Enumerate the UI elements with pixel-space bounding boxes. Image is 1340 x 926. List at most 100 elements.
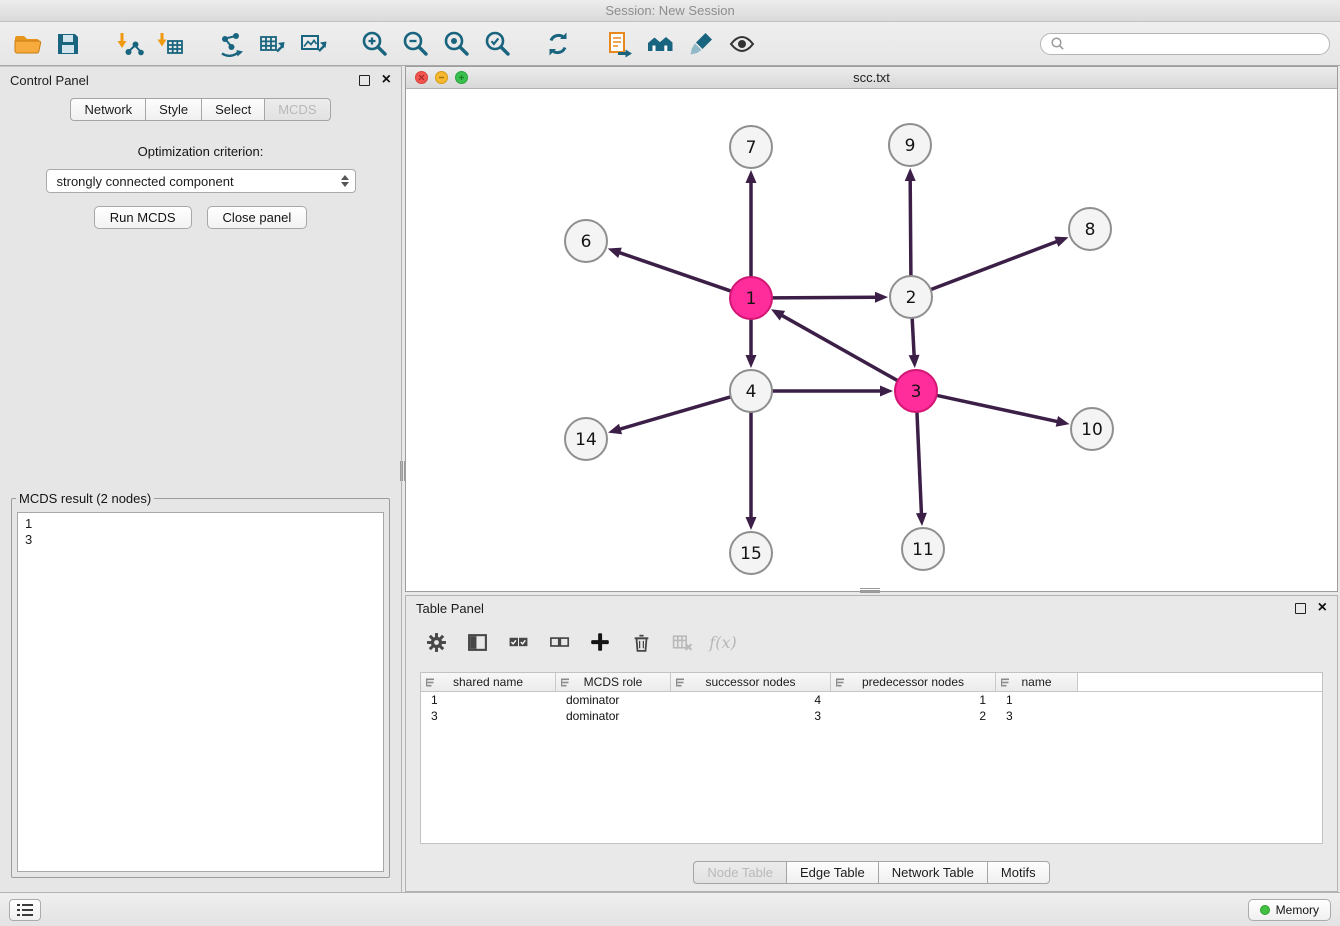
graph-edge-3-10[interactable] — [938, 396, 1057, 422]
close-panel-button[interactable]: Close panel — [207, 206, 308, 229]
first-neighbors-button[interactable] — [643, 27, 677, 61]
graph-node-label: 1 — [746, 289, 757, 309]
network-view-window: scc.txt 1234678910111415 — [405, 66, 1338, 592]
table-tab-edge-table[interactable]: Edge Table — [786, 861, 878, 884]
graph-node-label: 2 — [906, 288, 917, 308]
create-column-button[interactable] — [588, 630, 612, 654]
control-tab-style[interactable]: Style — [145, 98, 201, 121]
import-network-icon — [114, 29, 144, 59]
column-header-predecessor-nodes[interactable]: predecessor nodes — [831, 673, 996, 691]
network-window-titlebar[interactable]: scc.txt — [406, 67, 1337, 89]
close-glyph-icon — [418, 74, 425, 81]
mcds-result-list[interactable]: 13 — [17, 512, 384, 872]
graph-edge-3-1[interactable] — [782, 316, 896, 381]
graph-edge-arrowhead — [909, 355, 920, 368]
zoom-selected-button[interactable] — [480, 27, 514, 61]
graph-edge-2-9[interactable] — [910, 181, 911, 275]
control-tab-select[interactable]: Select — [201, 98, 264, 121]
network-graph-canvas[interactable]: 1234678910111415 — [406, 89, 1337, 592]
refresh-layout-button[interactable] — [541, 27, 575, 61]
function-builder-button[interactable]: f(x) — [711, 630, 735, 654]
window-zoom-button[interactable] — [455, 71, 468, 84]
titlebar[interactable]: Session: New Session — [0, 0, 1340, 22]
export-network-button[interactable] — [214, 27, 248, 61]
eye-icon — [727, 29, 757, 59]
select-all-columns-button[interactable] — [506, 630, 530, 654]
graph-edge-3-11[interactable] — [917, 413, 921, 513]
show-column-panel-button[interactable] — [465, 630, 489, 654]
export-table-button[interactable] — [255, 27, 289, 61]
control-panel-close-button[interactable]: × — [382, 74, 391, 86]
column-panel-icon — [467, 632, 488, 653]
delete-table-button[interactable] — [670, 630, 694, 654]
import-table-button[interactable] — [153, 27, 187, 61]
paintbrush-icon — [686, 29, 716, 59]
zoom-glyph-icon — [458, 74, 465, 81]
save-icon — [53, 29, 83, 59]
column-header-name[interactable]: name — [996, 673, 1078, 691]
graph-edge-2-8[interactable] — [932, 242, 1057, 289]
graph-edge-2-3[interactable] — [912, 319, 914, 355]
sort-icon — [675, 677, 686, 688]
table-panel-float-button[interactable] — [1295, 603, 1306, 614]
zoom-fit-button[interactable] — [439, 27, 473, 61]
table-panel-tabs: Node TableEdge TableNetwork TableMotifs — [406, 861, 1337, 884]
node-table: shared nameMCDS rolesuccessor nodesprede… — [420, 672, 1323, 844]
refresh-icon — [543, 29, 573, 59]
function-builder-label: f(x) — [709, 633, 736, 652]
table-tab-motifs[interactable]: Motifs — [987, 861, 1050, 884]
show-hide-button[interactable] — [725, 27, 759, 61]
export-image-button[interactable] — [296, 27, 330, 61]
column-header-MCDS-role[interactable]: MCDS role — [556, 673, 671, 691]
graph-edge-4-14[interactable] — [621, 397, 730, 429]
table-tab-network-table[interactable]: Network Table — [878, 861, 987, 884]
control-panel-float-button[interactable] — [359, 75, 370, 86]
run-mcds-button[interactable]: Run MCDS — [94, 206, 192, 229]
memory-button[interactable]: Memory — [1248, 899, 1331, 921]
table-panel-close-button[interactable]: × — [1318, 602, 1327, 614]
search-field[interactable] — [1040, 33, 1330, 55]
table-row[interactable]: 1dominator411 — [421, 692, 1322, 708]
column-header-successor-nodes[interactable]: successor nodes — [671, 673, 831, 691]
zoom-out-button[interactable] — [398, 27, 432, 61]
graph-edge-1-6[interactable] — [620, 253, 730, 291]
graph-edge-arrowhead — [746, 170, 757, 183]
graph-edge-arrowhead — [608, 424, 622, 435]
graph-edge-arrowhead — [916, 513, 927, 526]
save-session-button[interactable] — [51, 27, 85, 61]
select-all-icon — [508, 632, 529, 653]
open-session-button[interactable] — [10, 27, 44, 61]
table-cell: dominator — [556, 692, 671, 708]
table-settings-button[interactable] — [424, 630, 448, 654]
optimization-criterion-select[interactable]: strongly connected component — [46, 169, 356, 193]
sort-icon — [835, 677, 846, 688]
graph-edge-arrowhead — [1056, 416, 1070, 427]
horizontal-splitter-handle[interactable] — [860, 588, 880, 593]
window-minimize-button[interactable] — [435, 71, 448, 84]
graph-edge-1-2[interactable] — [773, 297, 875, 298]
search-icon — [1050, 36, 1065, 51]
zoom-in-button[interactable] — [357, 27, 391, 61]
app-window: Session: New Session — [0, 0, 1340, 926]
zoom-fit-icon — [441, 29, 471, 59]
table-cell: 3 — [996, 708, 1078, 724]
deselect-all-icon — [549, 632, 570, 653]
paint-style-button[interactable] — [684, 27, 718, 61]
window-close-button[interactable] — [415, 71, 428, 84]
plus-icon — [589, 631, 611, 653]
vertical-splitter-handle[interactable] — [400, 461, 405, 481]
graph-node-label: 8 — [1085, 220, 1096, 240]
control-tab-network[interactable]: Network — [70, 98, 145, 121]
search-input[interactable] — [1071, 36, 1320, 51]
control-tab-mcds[interactable]: MCDS — [264, 98, 330, 121]
import-network-button[interactable] — [112, 27, 146, 61]
export-image-icon — [298, 29, 328, 59]
table-tab-node-table[interactable]: Node Table — [693, 861, 786, 884]
column-header-shared-name[interactable]: shared name — [421, 673, 556, 691]
control-panel-header: Control Panel × — [0, 67, 401, 93]
table-row[interactable]: 3dominator323 — [421, 708, 1322, 724]
delete-column-button[interactable] — [629, 630, 653, 654]
task-history-button[interactable] — [9, 899, 41, 921]
share-document-button[interactable] — [602, 27, 636, 61]
deselect-all-columns-button[interactable] — [547, 630, 571, 654]
